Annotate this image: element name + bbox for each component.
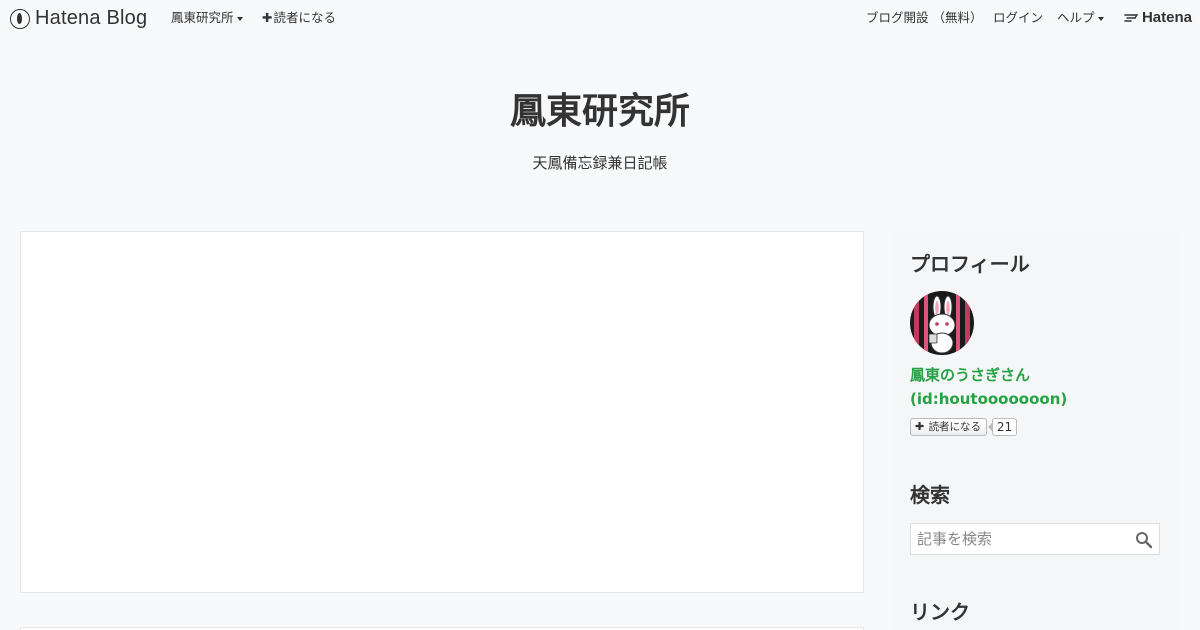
topbar-subscribe-button[interactable]: ✚読者になる bbox=[262, 10, 336, 26]
search-box bbox=[910, 523, 1160, 555]
hatena-brand-link[interactable]: Hatena bbox=[1124, 9, 1192, 26]
top-navigation-bar: Hatena Blog 鳳東研究所 ✚読者になる ブログ開設 （無料） ログイン… bbox=[0, 0, 1200, 36]
rabbit-avatar-icon bbox=[910, 291, 974, 355]
sidebar-subscribe-label: 読者になる bbox=[928, 421, 982, 433]
subscriber-count[interactable]: 21 bbox=[988, 418, 1017, 436]
open-blog-link[interactable]: ブログ開設 （無料） bbox=[866, 10, 982, 26]
profile-name-link[interactable]: 鳳東のうさぎさん bbox=[910, 365, 1030, 385]
help-dropdown[interactable]: ヘルプ bbox=[1057, 10, 1104, 26]
logo-text: Hatena Blog bbox=[35, 7, 148, 29]
search-input[interactable] bbox=[911, 524, 1131, 554]
plus-icon: ✚ bbox=[915, 420, 925, 433]
blog-menu-dropdown[interactable]: 鳳東研究所 bbox=[171, 10, 243, 26]
blog-menu-label: 鳳東研究所 bbox=[171, 10, 234, 25]
hatena-brand-icon bbox=[1124, 13, 1139, 22]
profile-heading: プロフィール bbox=[910, 252, 1030, 276]
login-link[interactable]: ログイン bbox=[993, 10, 1043, 26]
blog-title[interactable]: 鳳東研究所 bbox=[0, 89, 1200, 135]
plus-icon: ✚ bbox=[262, 10, 273, 25]
links-heading: リンク bbox=[910, 600, 970, 624]
main-content-area bbox=[20, 231, 864, 593]
profile-id-link[interactable]: (id:houtooooooon) bbox=[910, 389, 1067, 409]
topbar-subscribe-label: 読者になる bbox=[273, 10, 336, 25]
blog-description: 天鳳備忘録兼日記帳 bbox=[532, 154, 668, 172]
search-icon[interactable] bbox=[1135, 531, 1153, 549]
hatena-brand-text: Hatena bbox=[1141, 9, 1192, 26]
avatar[interactable] bbox=[910, 291, 974, 355]
hatena-blog-logo[interactable]: Hatena Blog bbox=[10, 7, 147, 30]
search-heading: 検索 bbox=[910, 483, 950, 507]
caret-down-icon bbox=[1097, 16, 1104, 21]
caret-down-icon bbox=[236, 16, 243, 21]
hatena-blog-logo-icon bbox=[10, 8, 30, 29]
sidebar-subscribe-button[interactable]: ✚ 読者になる bbox=[910, 418, 987, 436]
help-label: ヘルプ bbox=[1057, 10, 1095, 25]
